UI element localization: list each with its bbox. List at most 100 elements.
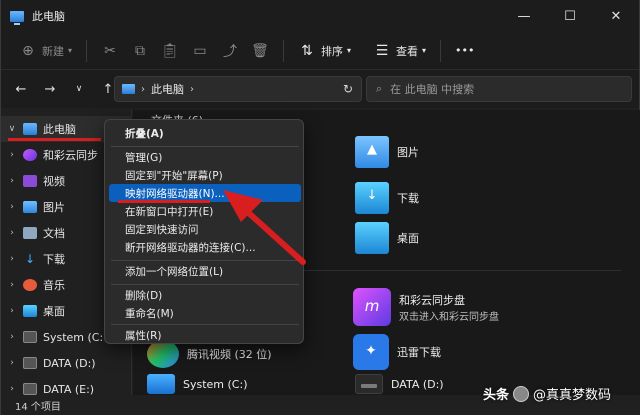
menu-separator xyxy=(111,260,299,261)
menu-item-pin-quick-access[interactable]: 固定到快速访问 xyxy=(109,220,301,238)
watermark-brand: 头条 xyxy=(483,388,510,403)
breadcrumb[interactable]: 此电脑 xyxy=(151,81,184,97)
command-bar: ⊕ 新建 ▾ ✂ ⧉ 📋︎ ▭ ⤴ 🗑︎ ⇅ 排序 ▾ ☰ 查看 ▾ ••• xyxy=(1,32,639,70)
folder-downloads[interactable]: ↓ 下载 xyxy=(355,182,419,214)
menu-item-add-network-location[interactable]: 添加一个网络位置(L) xyxy=(109,262,301,280)
search-icon: ⌕ xyxy=(376,82,383,95)
chevron-right-icon[interactable]: › xyxy=(190,84,194,95)
chevron-down-icon: ▾ xyxy=(347,46,352,55)
computer-icon xyxy=(122,84,135,94)
xunlei-icon: ✦ xyxy=(353,334,389,370)
chevron-right-icon: › xyxy=(141,83,145,95)
chevron-right-icon[interactable]: › xyxy=(1,228,23,238)
context-menu: 折叠(A) 管理(G) 固定到"开始"屏幕(P) 映射网络驱动器(N)... 在… xyxy=(104,119,304,344)
chevron-down-icon[interactable]: ∨ xyxy=(1,124,23,134)
tencent-video-item[interactable]: 腾讯视频 (32 位) xyxy=(147,340,272,368)
clipboard-icon: 📋︎ xyxy=(161,42,179,59)
share-button[interactable]: ⤴ xyxy=(215,36,245,66)
minimize-button[interactable]: — xyxy=(501,0,547,32)
paste-button[interactable]: 📋︎ xyxy=(155,36,185,66)
windows-drive-icon xyxy=(147,374,175,394)
sort-button[interactable]: ⇅ 排序 ▾ xyxy=(292,36,357,66)
menu-separator xyxy=(111,146,299,147)
chevron-right-icon[interactable]: › xyxy=(1,150,23,160)
chevron-right-icon[interactable]: › xyxy=(1,306,23,316)
search-input[interactable]: ⌕ 在 此电脑 中搜索 xyxy=(366,76,632,102)
menu-item-manage[interactable]: 管理(G) xyxy=(109,148,301,166)
menu-item-disconnect-network-drive[interactable]: 断开网络驱动器的连接(C)... xyxy=(109,238,301,256)
back-arrow-icon[interactable]: ← xyxy=(8,76,34,102)
desktop-folder-icon xyxy=(355,222,389,254)
chevron-right-icon[interactable]: › xyxy=(1,254,23,264)
maximize-button[interactable]: ☐ xyxy=(547,0,593,32)
sort-icon: ⇅ xyxy=(301,42,313,59)
video-icon xyxy=(23,175,37,187)
watermark-handle: @真真梦数码 xyxy=(533,388,612,403)
chevron-right-icon[interactable]: › xyxy=(1,332,23,342)
annotation-underline xyxy=(118,200,210,203)
drive-icon xyxy=(23,357,37,369)
computer-icon xyxy=(10,10,24,25)
folder-pictures[interactable]: ▲ 图片 xyxy=(355,136,419,168)
menu-item-properties[interactable]: 属性(R) xyxy=(109,326,301,344)
file-explorer-window: 此电脑 — ☐ ✕ ⊕ 新建 ▾ ✂ ⧉ 📋︎ ▭ ⤴ 🗑︎ ⇅ 排序 ▾ ☰ … xyxy=(0,0,640,415)
picture-folder-icon: ▲ xyxy=(355,136,389,168)
menu-item-delete[interactable]: 删除(D) xyxy=(109,286,301,304)
tencent-video-icon xyxy=(147,340,179,368)
trash-icon: 🗑︎ xyxy=(251,42,269,59)
new-button[interactable]: ⊕ 新建 ▾ xyxy=(13,36,78,66)
watermark: 头条 @真真梦数码 xyxy=(483,384,611,403)
rename-icon: ▭ xyxy=(193,42,207,59)
desktop-icon xyxy=(23,305,37,317)
scissors-icon: ✂ xyxy=(104,42,116,59)
download-folder-icon: ↓ xyxy=(355,182,389,214)
divider xyxy=(440,39,442,62)
menu-separator xyxy=(111,324,299,325)
item-count: 14 个项目 xyxy=(15,401,61,413)
music-icon xyxy=(23,279,37,291)
annotation-underline xyxy=(8,138,101,141)
forward-arrow-icon[interactable]: → xyxy=(37,76,63,102)
hecaiyun-drive[interactable]: m 和彩云同步盘 双击进入和彩云同步盘 xyxy=(353,288,499,326)
title-bar: 此电脑 — ☐ ✕ xyxy=(1,0,639,32)
plus-circle-icon: ⊕ xyxy=(22,42,34,59)
chevron-right-icon[interactable]: › xyxy=(1,358,23,368)
menu-item-pin-start[interactable]: 固定到"开始"屏幕(P) xyxy=(109,166,301,184)
chevron-right-icon[interactable]: › xyxy=(1,280,23,290)
view-list-icon: ☰ xyxy=(375,42,389,59)
sidebar-item-data-d[interactable]: › DATA (D:) xyxy=(1,350,132,376)
picture-icon xyxy=(23,201,37,213)
chevron-right-icon[interactable]: › xyxy=(1,176,23,186)
navigation-bar: ← → ∨ ↑ › 此电脑 › ↻ ⌕ 在 此电脑 中搜索 xyxy=(1,70,639,108)
rename-button[interactable]: ▭ xyxy=(185,36,215,66)
avatar xyxy=(513,385,530,402)
cut-button[interactable]: ✂ xyxy=(95,36,125,66)
delete-button[interactable]: 🗑︎ xyxy=(245,36,275,66)
copy-button[interactable]: ⧉ xyxy=(125,36,155,66)
folder-desktop[interactable]: 桌面 xyxy=(355,222,419,254)
menu-separator xyxy=(111,284,299,285)
computer-icon xyxy=(23,123,37,135)
divider xyxy=(86,39,88,62)
chevron-down-icon[interactable]: ∨ xyxy=(66,76,92,102)
cloud-sync-icon xyxy=(23,149,37,161)
chevron-down-icon: ▾ xyxy=(422,46,427,55)
chevron-down-icon: ▾ xyxy=(68,46,73,55)
system-c-drive[interactable]: System (C:) xyxy=(147,374,248,394)
refresh-icon[interactable]: ↻ xyxy=(343,82,353,96)
share-icon: ⤴ xyxy=(223,43,238,60)
data-d-drive[interactable]: DATA (D:) xyxy=(355,374,444,394)
menu-item-collapse[interactable]: 折叠(A) xyxy=(109,124,301,142)
address-bar[interactable]: › 此电脑 › ↻ xyxy=(114,76,362,102)
menu-item-rename[interactable]: 重命名(M) xyxy=(109,304,301,322)
menu-item-open-new-window[interactable]: 在新窗口中打开(E) xyxy=(109,202,301,220)
chevron-right-icon[interactable]: › xyxy=(1,384,23,394)
search-placeholder: 在 此电脑 中搜索 xyxy=(390,83,475,96)
chevron-right-icon[interactable]: › xyxy=(1,202,23,212)
more-button[interactable]: ••• xyxy=(449,36,480,66)
xunlei-item[interactable]: ✦ 迅雷下载 xyxy=(353,334,441,370)
copy-icon: ⧉ xyxy=(135,42,146,59)
close-button[interactable]: ✕ xyxy=(593,0,639,32)
view-button[interactable]: ☰ 查看 ▾ xyxy=(367,36,432,66)
divider xyxy=(283,39,285,62)
